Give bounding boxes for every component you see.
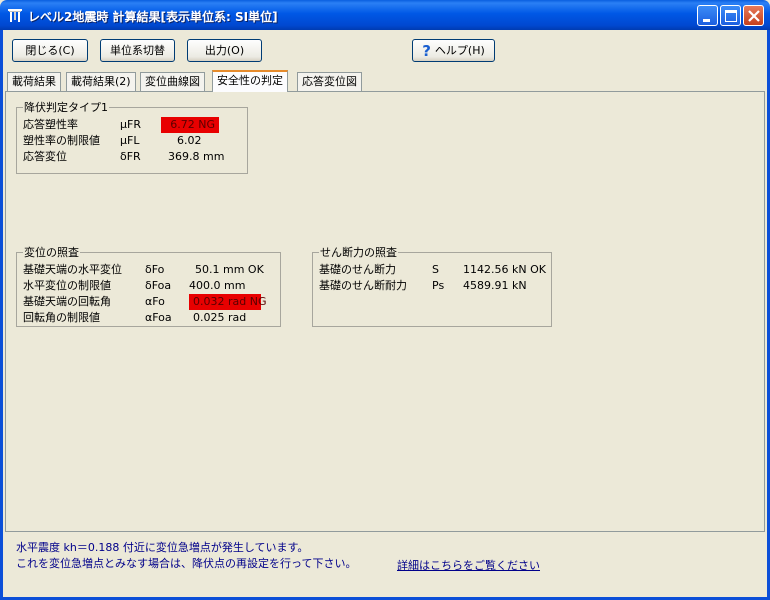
displacement-check-group: 変位の照査 基礎天端の水平変位 δFo 50.1 mm OK 水平変位の制限値 …	[16, 246, 281, 327]
status-line-2: これを変位急増点とみなす場合は、降伏点の再設定を行って下さい。	[16, 557, 357, 570]
row-symbol: S	[432, 263, 439, 276]
tab-safety-check[interactable]: 安全性の判定	[212, 70, 288, 92]
row-value: 4589.91 kN	[463, 279, 527, 292]
app-icon	[8, 9, 22, 22]
disp-row-horizontal-limit: 水平変位の制限値 δFoa 400.0 mm	[23, 278, 278, 294]
tab-load-results[interactable]: 載荷結果	[7, 72, 61, 91]
tab-label: 載荷結果	[12, 75, 56, 88]
row-value: 0.025 rad	[193, 311, 247, 324]
row-value: 50.1 mm OK	[195, 263, 264, 276]
shear-row-capacity: 基礎のせん断耐力 Ps 4589.91 kN	[319, 278, 549, 294]
disp-row-rotation-limit: 回転角の制限値 αFoa 0.025 rad	[23, 310, 278, 326]
ng-value: 6.72 NG	[161, 117, 219, 133]
row-symbol: δFoa	[145, 279, 172, 292]
row-label: 水平変位の制限値	[23, 279, 111, 292]
row-label: 応答塑性率	[23, 118, 78, 131]
row-value: 1142.56 kN OK	[463, 263, 546, 276]
yield-row-response-displacement: 応答変位 δFR 369.8 mm	[23, 149, 243, 165]
row-label: 塑性率の制限値	[23, 134, 100, 147]
row-symbol: Ps	[432, 279, 445, 292]
help-icon: ?	[422, 42, 431, 60]
row-label: 回転角の制限値	[23, 311, 100, 324]
row-symbol: μFR	[120, 118, 141, 131]
minimize-button[interactable]	[697, 5, 718, 26]
group-title: 降伏判定タイプ1	[23, 101, 109, 114]
row-symbol: δFo	[145, 263, 165, 276]
yield-row-ductility-limit: 塑性率の制限値 μFL 6.02	[23, 133, 243, 149]
yield-row-response-ductility: 応答塑性率 μFR 6.72 NG	[23, 117, 243, 133]
help-button-label: ヘルプ(H)	[434, 44, 485, 57]
row-value: 369.8 mm	[168, 150, 225, 163]
tab-response-displacement[interactable]: 応答変位図	[297, 72, 362, 91]
details-link[interactable]: 詳細はこちらをご覧ください	[397, 557, 540, 573]
row-label: 基礎のせん断力	[319, 263, 396, 276]
output-button[interactable]: 出力(O)	[187, 39, 262, 62]
yield-check-group: 降伏判定タイプ1 応答塑性率 μFR 6.72 NG 塑性率の制限値 μFL 6…	[16, 101, 248, 174]
help-button[interactable]: ? ヘルプ(H)	[412, 39, 495, 62]
close-button[interactable]: 閉じる(C)	[12, 39, 88, 62]
tab-panel: 降伏判定タイプ1 応答塑性率 μFR 6.72 NG 塑性率の制限値 μFL 6…	[5, 91, 765, 532]
unit-switch-button[interactable]: 単位系切替	[100, 39, 175, 62]
minimize-icon	[703, 19, 710, 22]
row-symbol: αFoa	[145, 311, 172, 324]
close-window-button[interactable]	[743, 5, 764, 26]
disp-row-horizontal: 基礎天端の水平変位 δFo 50.1 mm OK	[23, 262, 278, 278]
row-symbol: αFo	[145, 295, 165, 308]
status-line-1: 水平震度 kh＝0.188 付近に変位急増点が発生しています。	[16, 541, 309, 554]
window-frame-left	[0, 30, 3, 600]
tab-displacement-curve[interactable]: 変位曲線図	[140, 72, 205, 91]
window-title: レベル2地震時 計算結果[表示単位系: SI単位]	[28, 10, 278, 24]
group-title: せん断力の照査	[319, 246, 398, 259]
maximize-icon	[725, 10, 737, 22]
title-bar[interactable]: レベル2地震時 計算結果[表示単位系: SI単位]	[0, 0, 770, 30]
row-label: 基礎天端の回転角	[23, 295, 111, 308]
tab-label: 載荷結果(2)	[71, 75, 131, 88]
tab-label: 応答変位図	[302, 75, 357, 88]
shear-check-group: せん断力の照査 基礎のせん断力 S 1142.56 kN OK 基礎のせん断耐力…	[312, 246, 552, 327]
row-label: 応答変位	[23, 150, 67, 163]
group-title: 変位の照査	[23, 246, 80, 259]
row-value: 6.02	[177, 134, 202, 147]
row-label: 基礎のせん断耐力	[319, 279, 407, 292]
tab-label: 安全性の判定	[217, 74, 283, 87]
tab-load-results-2[interactable]: 載荷結果(2)	[66, 72, 136, 91]
row-label: 基礎天端の水平変位	[23, 263, 122, 276]
close-button-label: 閉じる(C)	[25, 44, 75, 57]
row-symbol: δFR	[120, 150, 141, 163]
row-value: 400.0 mm	[189, 279, 246, 292]
disp-row-rotation: 基礎天端の回転角 αFo 0.032 rad NG	[23, 294, 278, 310]
close-icon	[748, 10, 760, 22]
maximize-button[interactable]	[720, 5, 741, 26]
row-symbol: μFL	[120, 134, 140, 147]
status-message: 水平震度 kh＝0.188 付近に変位急増点が発生しています。 これを変位急増点…	[16, 540, 356, 572]
tab-label: 変位曲線図	[145, 75, 200, 88]
ng-value: 0.032 rad NG	[189, 294, 266, 310]
shear-row-force: 基礎のせん断力 S 1142.56 kN OK	[319, 262, 549, 278]
unit-switch-button-label: 単位系切替	[110, 44, 165, 57]
output-button-label: 出力(O)	[204, 44, 245, 57]
